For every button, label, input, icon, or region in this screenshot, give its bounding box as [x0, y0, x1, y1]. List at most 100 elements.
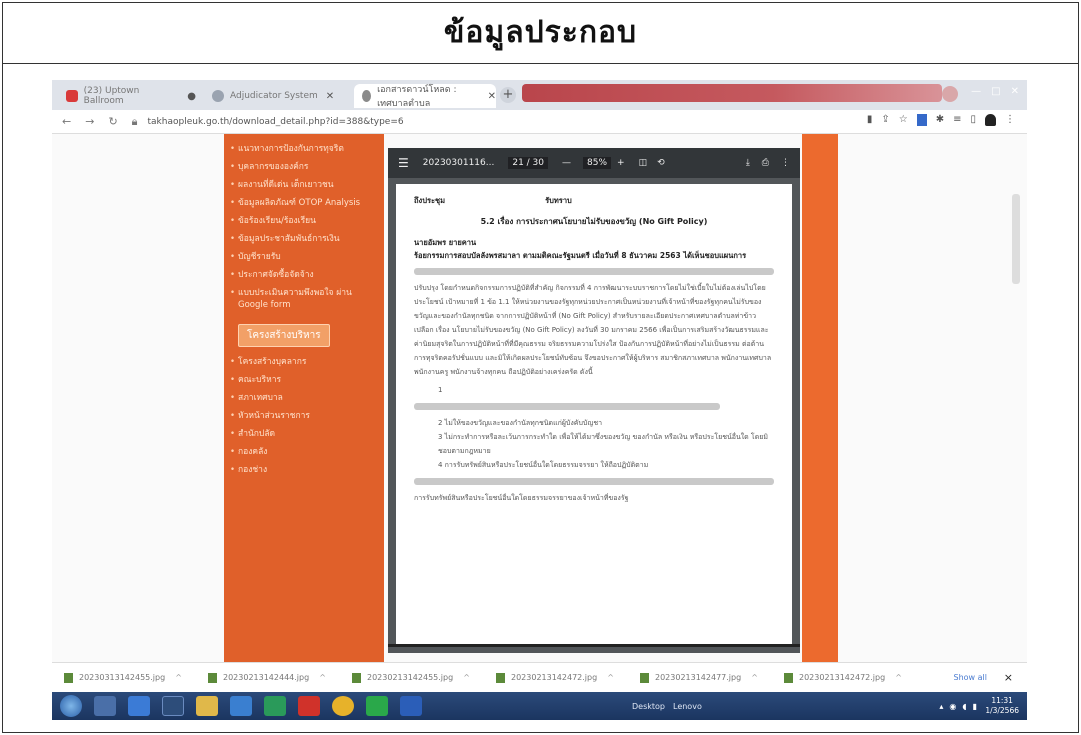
close-window-icon[interactable]: ✕ — [1011, 86, 1019, 97]
rotate-icon[interactable]: ⟲ — [657, 158, 665, 168]
word-icon[interactable] — [400, 696, 422, 716]
redacted-text — [414, 478, 774, 485]
reload-icon[interactable]: ↻ — [108, 115, 117, 129]
extension-icon[interactable] — [916, 114, 927, 126]
folder-icon[interactable] — [196, 696, 218, 716]
sidebar-item[interactable]: บัญชีรายรับ — [224, 248, 384, 266]
tab-download[interactable]: เอกสารดาวน์โหลด : เทศบาลตำบล ✕ — [354, 84, 496, 109]
taskbar-app-icon[interactable] — [162, 696, 184, 716]
image-file-icon — [208, 672, 217, 683]
more-icon[interactable]: ⋮ — [781, 158, 790, 168]
sidebar-item[interactable]: กองช่าง — [224, 461, 384, 479]
download-item[interactable]: 20230313142455.jpg ^ — [64, 672, 196, 683]
site-sidebar: แนวทางการป้องกันการทุจริต บุคลากรขององค์… — [224, 134, 384, 662]
sidebar-item[interactable]: คณะบริหาร — [224, 371, 384, 389]
image-file-icon — [640, 672, 649, 683]
pdf-zoom-level[interactable]: 85% — [583, 157, 612, 169]
sidebar-item[interactable]: ข้อร้องเรียน/ร้องเรียน — [224, 212, 384, 230]
lock-icon[interactable]: 🔒︎ — [132, 115, 138, 129]
download-item[interactable]: 20230213142472.jpg ^ — [496, 672, 628, 683]
hamburger-icon[interactable]: ☰ — [398, 156, 409, 170]
print-icon[interactable]: ⎙ — [762, 158, 769, 168]
ie-icon[interactable] — [230, 696, 252, 716]
desktop-label[interactable]: Desktop — [632, 702, 665, 711]
sidebar-item[interactable]: ผลงานที่ดีเด่น เด็กเยาวชน — [224, 176, 384, 194]
redacted-text — [414, 403, 720, 410]
chevron-up-icon[interactable]: ^ — [175, 673, 182, 682]
tab-strip-highlight — [522, 84, 942, 102]
volume-icon[interactable]: ◖ — [962, 702, 966, 711]
pdf-list-item: 2 ไม่ให้ของขวัญและของกำนัลทุกชนิดแก่ผู้บ… — [438, 419, 603, 427]
sidebar-item[interactable]: ข้อมูลผลิตภัณฑ์ OTOP Analysis — [224, 194, 384, 212]
download-filename: 20230313142455.jpg — [79, 673, 166, 682]
download-icon[interactable]: ⤓ — [746, 158, 750, 168]
page-title: ข้อมูลประกอบ — [443, 15, 638, 50]
globe-icon — [362, 90, 372, 102]
sidebar-item[interactable]: สำนักปลัด — [224, 425, 384, 443]
download-filename: 20230213142455.jpg — [367, 673, 454, 682]
puzzle-icon[interactable]: ✱ — [936, 114, 944, 126]
minimize-icon[interactable]: — — [971, 86, 981, 97]
sidebar-item[interactable]: แนวทางการป้องกันการทุจริต — [224, 140, 384, 158]
taskbar-clock[interactable]: 11:31 1/3/2566 — [985, 696, 1019, 716]
pdf-page-indicator[interactable]: 21 / 30 — [508, 157, 549, 169]
page-scrollbar[interactable] — [1012, 194, 1020, 284]
zoom-out-icon[interactable]: — — [562, 158, 577, 168]
close-downloads-icon[interactable]: × — [1004, 671, 1013, 684]
share-icon[interactable]: ⇪ — [881, 114, 889, 126]
sidebar-item[interactable]: สภาเทศบาล — [224, 389, 384, 407]
forward-icon[interactable]: → — [85, 115, 94, 129]
download-item[interactable]: 20230213142444.jpg ^ — [208, 672, 340, 683]
reading-icon[interactable]: ▮ — [867, 114, 873, 126]
chevron-up-icon[interactable]: ^ — [607, 673, 614, 682]
sidebar-item[interactable]: หัวหน้าส่วนราชการ — [224, 407, 384, 425]
opera-icon[interactable] — [298, 696, 320, 716]
pdf-paragraph: ปรับปรุง โดยกำหนดกิจกรรมการปฏิบัติที่สำค… — [414, 284, 772, 376]
sidebar-item[interactable]: แบบประเมินความพึงพอใจ ผ่าน Google form — [224, 284, 384, 314]
line-icon[interactable] — [366, 696, 388, 716]
list-icon[interactable]: ≡ — [953, 114, 961, 126]
youtube-icon — [66, 90, 78, 102]
close-icon[interactable]: ● — [187, 91, 196, 102]
chrome-icon[interactable] — [332, 696, 354, 716]
battery-icon[interactable]: ▮ — [973, 702, 977, 711]
taskbar-app-icon[interactable] — [94, 696, 116, 716]
sidepanel-icon[interactable]: ▯ — [970, 114, 976, 126]
sidebar-item[interactable]: บุคลากรขององค์กร — [224, 158, 384, 176]
download-item[interactable]: 20230213142472.jpg ^ — [784, 672, 916, 683]
sidebar-item[interactable]: กองคลัง — [224, 443, 384, 461]
image-file-icon — [784, 672, 793, 683]
chevron-up-icon[interactable]: ^ — [895, 673, 902, 682]
download-item[interactable]: 20230213142455.jpg ^ — [352, 672, 484, 683]
pdf-toolbar: ☰ 20230301116... 21 / 30 — 85% + ◫ ⟲ ⤓ ⎙… — [388, 148, 800, 178]
chevron-up-icon[interactable]: ^ — [751, 673, 758, 682]
fit-page-icon[interactable]: ◫ — [639, 158, 648, 168]
tab-adjudicator[interactable]: Adjudicator System ✕ — [204, 84, 352, 108]
chevron-up-icon[interactable]: ^ — [319, 673, 326, 682]
sidebar-section-heading[interactable]: โครงสร้างบริหาร — [238, 324, 330, 347]
zoom-in-icon[interactable]: + — [617, 158, 625, 168]
close-icon[interactable]: ✕ — [326, 91, 334, 102]
tray-icon[interactable]: ▴ — [939, 702, 943, 711]
network-icon[interactable]: ◉ — [949, 702, 956, 711]
chevron-up-icon[interactable]: ^ — [463, 673, 470, 682]
sidebar-item[interactable]: ประกาศจัดซื้อจัดจ้าง — [224, 266, 384, 284]
close-icon[interactable]: ✕ — [488, 91, 496, 102]
tab-uptown[interactable]: (23) Uptown Ballroom ● — [58, 84, 196, 108]
profile-icon[interactable] — [985, 114, 996, 126]
sidebar-item[interactable]: โครงสร้างบุคลากร — [224, 353, 384, 371]
url-field[interactable]: takhaopleuk.go.th/download_detail.php?id… — [148, 117, 404, 127]
download-item[interactable]: 20230213142477.jpg ^ — [640, 672, 772, 683]
sidebar-item[interactable]: ข้อมูลประชาสัมพันธ์การเงิน — [224, 230, 384, 248]
menu-icon[interactable]: ⋮ — [1005, 114, 1015, 126]
lenovo-label[interactable]: Lenovo — [673, 702, 702, 711]
new-tab-button[interactable]: + — [500, 87, 516, 103]
star-icon[interactable]: ☆ — [899, 114, 908, 126]
maximize-icon[interactable]: □ — [991, 86, 1000, 97]
show-all-link[interactable]: Show all — [954, 673, 987, 682]
taskbar-app-icon[interactable] — [264, 696, 286, 716]
taskbar-app-icon[interactable] — [128, 696, 150, 716]
back-icon[interactable]: ← — [62, 115, 71, 129]
profile-avatar[interactable] — [942, 86, 958, 102]
start-button[interactable] — [60, 695, 82, 717]
